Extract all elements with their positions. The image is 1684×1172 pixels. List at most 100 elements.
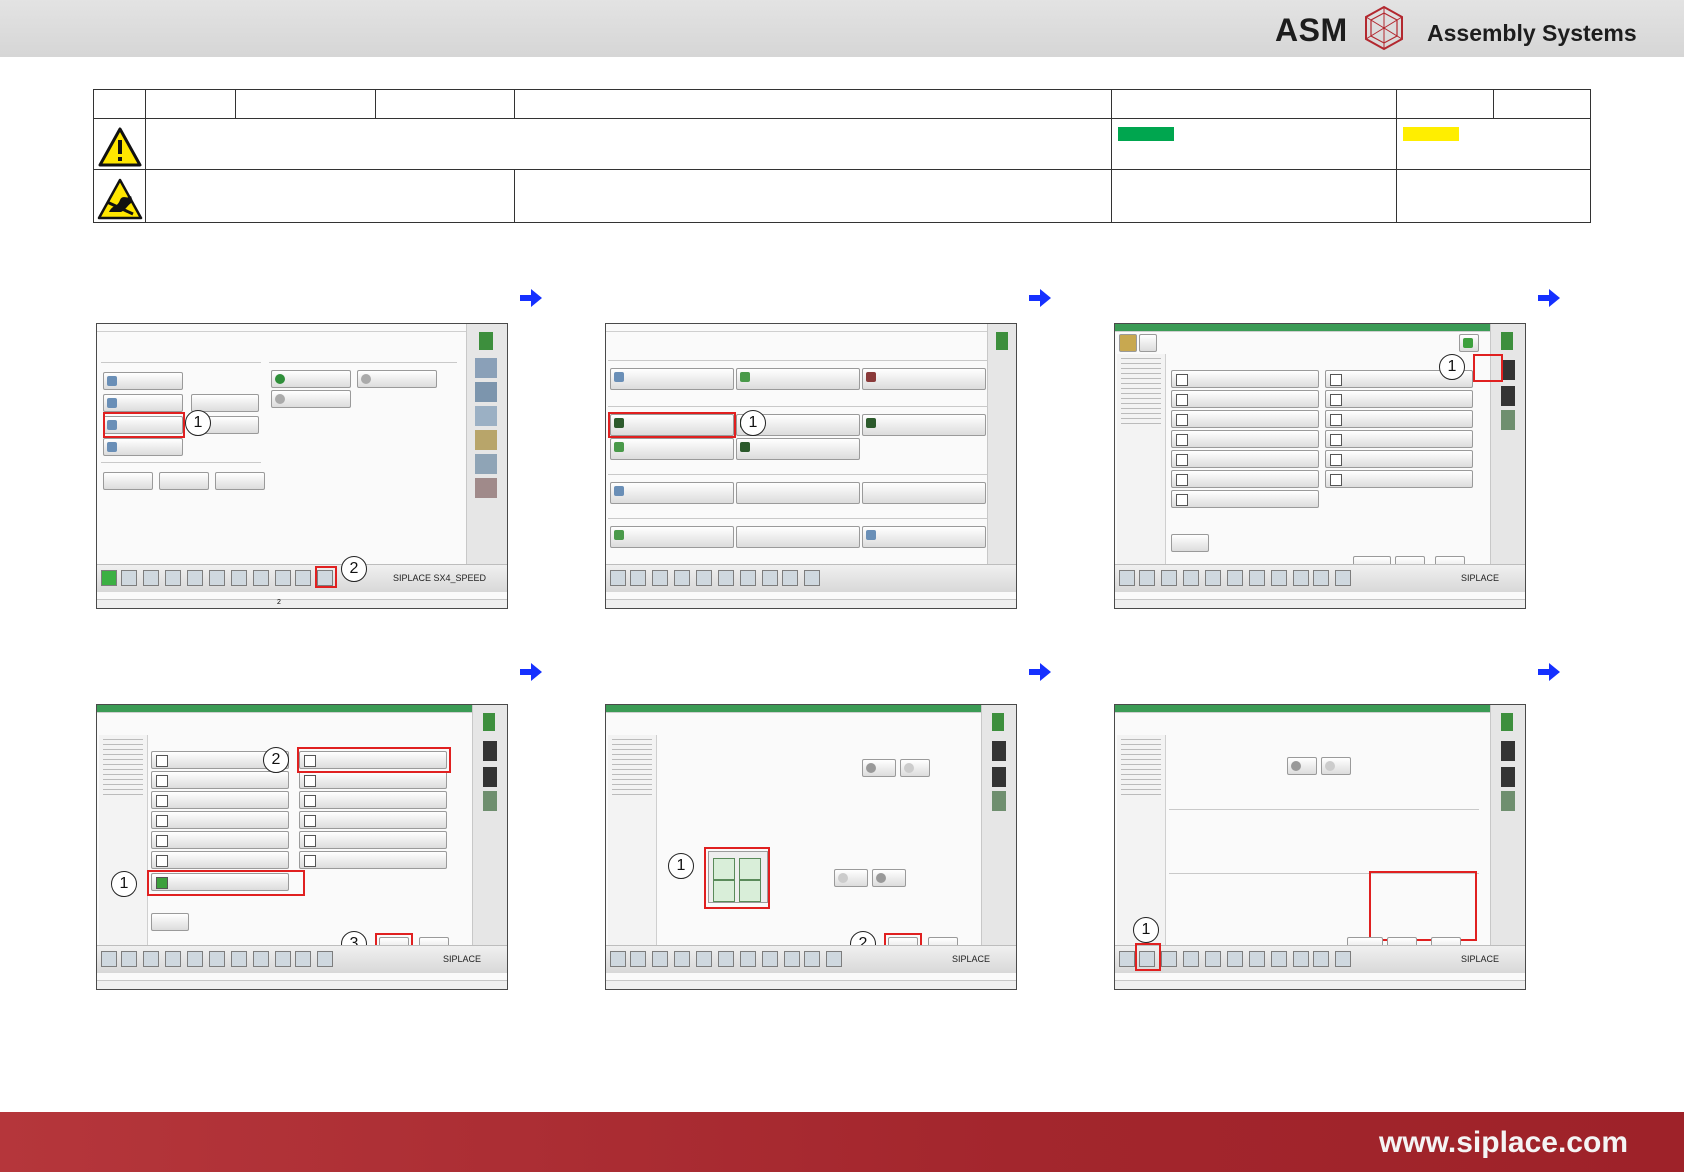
status-icon[interactable] (101, 951, 117, 967)
step-checkbox-13[interactable] (1325, 470, 1473, 488)
feeder-icon[interactable] (674, 951, 690, 967)
step-checkbox-11[interactable] (1325, 430, 1473, 448)
info-icon[interactable] (1501, 713, 1513, 731)
calibrate-illumination-button[interactable] (736, 438, 860, 460)
service-icon[interactable] (475, 406, 497, 426)
footer-url[interactable]: www.siplace.com (1379, 1126, 1628, 1160)
accuracy-check-button[interactable] (862, 414, 986, 436)
settings-icon[interactable] (475, 478, 497, 498)
camera-icon[interactable] (718, 570, 734, 586)
machine-configuration-button[interactable] (610, 368, 734, 390)
camera-icon[interactable] (231, 951, 247, 967)
graph-icon[interactable] (209, 570, 225, 586)
chinese-language-button[interactable] (357, 370, 437, 388)
feeder-icon[interactable] (165, 951, 181, 967)
report-icon[interactable] (483, 791, 497, 811)
graph-icon[interactable] (718, 951, 734, 967)
step-checkbox-9[interactable] (299, 771, 447, 789)
status-icon[interactable] (1119, 570, 1135, 586)
gantry-option-1[interactable] (862, 759, 896, 777)
report-icon[interactable] (1501, 410, 1515, 430)
pen-icon[interactable] (1293, 570, 1309, 586)
wrench-gear-icon[interactable] (1313, 951, 1329, 967)
status-icon[interactable] (610, 951, 626, 967)
reset-button[interactable] (103, 472, 153, 490)
wrench-icon[interactable] (317, 951, 333, 967)
pen-icon[interactable] (275, 951, 291, 967)
status-icon[interactable] (101, 570, 117, 586)
step-checkbox-2[interactable] (1171, 390, 1319, 408)
advanced-production-button[interactable] (103, 394, 183, 412)
wrench-icon[interactable] (1335, 570, 1351, 586)
status-icon[interactable] (610, 570, 626, 586)
station-icon[interactable] (1139, 570, 1155, 586)
step-checkbox-12[interactable] (299, 831, 447, 849)
wrench-icon[interactable] (1335, 951, 1351, 967)
fast-hardware-exchange-button[interactable] (862, 368, 986, 390)
station-icon[interactable] (121, 570, 137, 586)
book-icon[interactable] (187, 951, 203, 967)
eye-icon[interactable] (253, 570, 269, 586)
graph-icon[interactable] (696, 570, 712, 586)
accuracy-icon[interactable] (1501, 386, 1515, 406)
book-icon[interactable] (1205, 951, 1221, 967)
camera-icon[interactable] (740, 951, 756, 967)
export-button[interactable] (215, 472, 265, 490)
deutsch-language-button[interactable] (271, 390, 351, 408)
wrench-gear-icon[interactable] (295, 570, 311, 586)
step-checkbox-6[interactable] (1171, 470, 1319, 488)
book-icon[interactable] (696, 951, 712, 967)
station-icon[interactable] (630, 570, 646, 586)
camera-icon[interactable] (1249, 951, 1265, 967)
eye-icon[interactable] (253, 951, 269, 967)
step-checkbox-4[interactable] (1171, 430, 1319, 448)
accuracy-icon[interactable] (1501, 767, 1515, 787)
step-checkbox-1[interactable] (1171, 370, 1319, 388)
info-icon[interactable] (992, 713, 1004, 731)
tool-button-2[interactable] (1139, 334, 1157, 352)
step-checkbox-10[interactable] (1325, 410, 1473, 428)
restore-machine-data-button[interactable] (862, 482, 986, 504)
info-icon[interactable] (996, 332, 1008, 350)
wrench-icon[interactable] (826, 951, 842, 967)
calibration-icon[interactable] (1501, 360, 1515, 380)
change-password-button[interactable] (191, 394, 259, 412)
gantry-option-2[interactable] (900, 759, 930, 777)
calibration-icon[interactable] (992, 741, 1006, 761)
head-option-1[interactable] (834, 869, 868, 887)
conveyor-configuration-button[interactable] (736, 368, 860, 390)
step-checkbox-5[interactable] (1171, 450, 1319, 468)
chart-icon[interactable] (143, 570, 159, 586)
step-checkbox-9[interactable] (1325, 390, 1473, 408)
teaching-machine-positions-button[interactable] (610, 438, 734, 460)
info-icon[interactable] (483, 713, 495, 731)
info-icon[interactable] (1501, 332, 1513, 350)
chart-icon[interactable] (1161, 570, 1177, 586)
chart-icon[interactable] (652, 951, 668, 967)
station-icon[interactable] (121, 951, 137, 967)
wrench-gear-icon[interactable] (1313, 570, 1329, 586)
graph-icon[interactable] (209, 951, 225, 967)
eye-icon[interactable] (1271, 951, 1287, 967)
feeder-icon[interactable] (652, 570, 668, 586)
config-icon[interactable] (475, 454, 497, 474)
graph-icon[interactable] (1227, 951, 1243, 967)
step-checkbox-7[interactable] (1171, 490, 1319, 508)
step-checkbox-4[interactable] (151, 811, 289, 829)
selection-button[interactable] (151, 913, 189, 931)
gantry-option-2[interactable] (1321, 757, 1351, 775)
calibration-icon[interactable] (483, 741, 497, 761)
import-button[interactable] (159, 472, 209, 490)
eye-icon[interactable] (1271, 570, 1287, 586)
event-analyzer-button[interactable] (610, 526, 734, 548)
graph-icon[interactable] (1227, 570, 1243, 586)
book-icon[interactable] (1205, 570, 1221, 586)
embedded-software-button[interactable] (610, 482, 734, 504)
gantry-option-1[interactable] (1287, 757, 1317, 775)
pen-icon[interactable] (784, 951, 800, 967)
step-checkbox-6[interactable] (151, 851, 289, 869)
camera-icon[interactable] (1249, 570, 1265, 586)
step-checkbox-2[interactable] (151, 771, 289, 789)
report-icon[interactable] (992, 791, 1006, 811)
wrench-icon[interactable] (804, 570, 820, 586)
